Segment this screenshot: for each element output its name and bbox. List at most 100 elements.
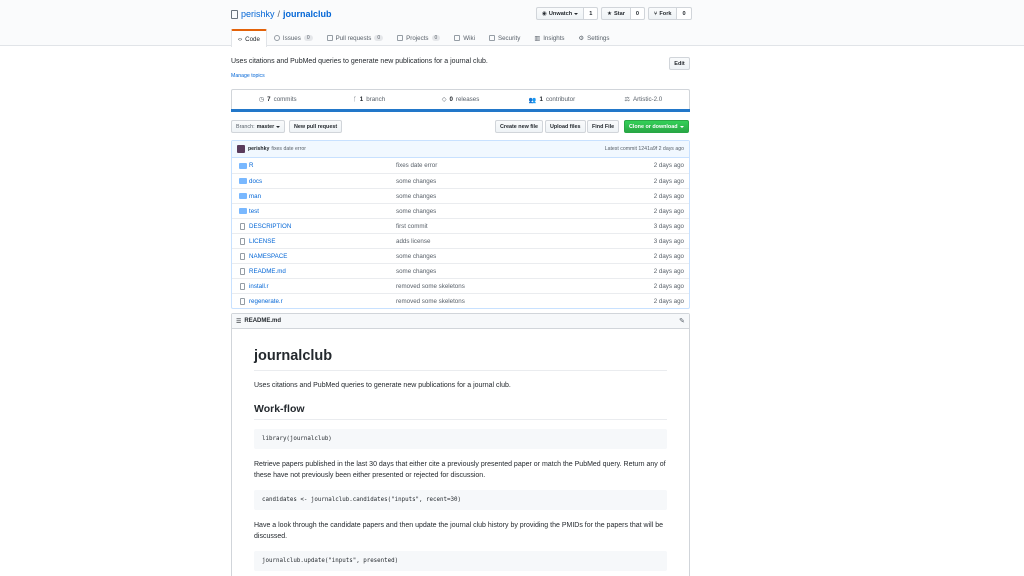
tab-wiki[interactable]: Wiki <box>447 29 482 46</box>
repo-name-link[interactable]: journalclub <box>283 9 332 19</box>
pencil-icon[interactable]: ✎ <box>679 317 685 325</box>
chevron-down-icon <box>574 12 579 15</box>
table-row[interactable]: Rfixes date error 2 days ago <box>232 158 689 173</box>
table-row[interactable]: man some changes 2 days ago <box>232 188 689 203</box>
manage-topics-link[interactable]: Manage topics <box>231 73 265 79</box>
file-age: 2 days ago <box>653 192 684 200</box>
shield-icon <box>488 35 495 41</box>
folder-shape <box>238 178 247 184</box>
folder-shape <box>238 208 247 214</box>
create-new-file-button[interactable]: Create new file <box>495 120 544 133</box>
file-commit-message[interactable]: some changes <box>396 253 654 260</box>
new-pull-request-button[interactable]: New pull request <box>289 120 343 133</box>
file-name-link[interactable]: test <box>248 208 396 215</box>
readme-header: ☰ README.md ✎ <box>232 314 689 329</box>
avatar[interactable] <box>237 145 245 153</box>
file-commit-message[interactable]: some changes <box>396 208 654 215</box>
license-link[interactable]: ⚖ Artistic-2.0 <box>598 90 689 109</box>
file-age: 2 days ago <box>653 252 684 260</box>
tab-settings[interactable]: ⚙ Settings <box>572 29 617 46</box>
file-name-link[interactable]: regenerate.r <box>248 298 396 305</box>
contributor-count: 1 <box>539 96 543 103</box>
file-commit-message[interactable]: some changes <box>396 193 654 200</box>
tab-label: Security <box>497 34 521 42</box>
tab-label: Settings <box>587 34 610 42</box>
file-commit-message[interactable]: removed some skeletons <box>396 298 654 305</box>
repo-owner-link[interactable]: perishky <box>241 9 275 19</box>
commits-link[interactable]: ◷ 7 commits <box>232 90 323 109</box>
releases-link[interactable]: ◇ 0 releases <box>415 90 506 109</box>
commit-message[interactable]: fixes date error <box>271 146 306 152</box>
file-commit-message[interactable]: removed some skeletons <box>396 283 654 290</box>
language-bar[interactable] <box>231 109 690 112</box>
tab-pull-requests[interactable]: Pull requests 0 <box>320 29 391 46</box>
file-name-link[interactable]: LICENSE <box>248 238 396 245</box>
tab-label: Pull requests <box>335 34 372 42</box>
file-name-link[interactable]: install.r <box>248 283 396 290</box>
tab-security[interactable]: Security <box>482 29 527 46</box>
file-rows: Rfixes date error 2 days ago docs some chan… <box>232 158 689 308</box>
branch-select[interactable]: Branch: master <box>231 120 286 133</box>
file-name-link[interactable]: DESCRIPTION <box>248 223 396 230</box>
folder-icon <box>232 193 248 199</box>
table-row[interactable]: DESCRIPTION first commit 3 days ago <box>232 218 689 233</box>
folder-icon <box>232 162 248 169</box>
file-commit-message[interactable]: first commit <box>396 223 654 230</box>
readme-paragraph: Have a look through the candidate papers… <box>254 522 663 540</box>
file-shape <box>240 222 245 230</box>
table-row[interactable]: README.md some changes 2 days ago <box>232 263 689 278</box>
file-name-link[interactable]: R <box>248 162 396 169</box>
tab-projects[interactable]: Projects 0 <box>390 29 447 46</box>
folder-shape <box>238 162 247 169</box>
code-block: library(journalclub) <box>254 429 667 449</box>
table-row[interactable]: LICENSE adds license 3 days ago <box>232 233 689 248</box>
upload-files-button[interactable]: Upload files <box>545 120 586 133</box>
file-icon <box>232 252 248 260</box>
branch-link[interactable]: ᚴ 1 branch <box>323 90 414 109</box>
fork-count[interactable]: 0 <box>677 7 692 20</box>
readme-panel: ☰ README.md ✎ journalclub Uses citations… <box>231 313 690 576</box>
file-name-link[interactable]: docs <box>248 178 396 185</box>
tab-issues[interactable]: Issues 0 <box>267 29 320 46</box>
file-name-link[interactable]: README.md <box>248 268 396 275</box>
numbers-summary: ◷ 7 commits ᚴ 1 branch ◇ 0 releases 👥 1 contribu… <box>231 89 690 109</box>
tab-badge: 0 <box>303 35 313 41</box>
latest-commit-summary[interactable]: Latest commit 1241a9f 2 days ago <box>605 146 684 152</box>
tab-code[interactable]: ‹› Code <box>231 29 267 47</box>
people-icon: 👥 <box>528 96 537 104</box>
file-shape <box>240 297 245 305</box>
table-row[interactable]: regenerate.r removed some skeletons 2 days… <box>232 293 689 308</box>
folder-icon <box>232 178 248 184</box>
issue-icon <box>273 35 280 41</box>
history-icon: ◷ <box>258 96 265 103</box>
file-commit-message[interactable]: some changes <box>396 268 654 275</box>
table-row[interactable]: docs some changes 2 days ago <box>232 173 689 188</box>
star-group: ★ Star 0 <box>601 7 646 20</box>
table-row[interactable]: NAMESPACE some changes 2 days ago <box>232 248 689 263</box>
file-commit-message[interactable]: adds license <box>396 238 654 245</box>
watch-button[interactable]: ◉ Unwatch <box>536 7 585 20</box>
watch-count[interactable]: 1 <box>584 7 599 20</box>
table-row[interactable]: test some changes 2 days ago <box>232 203 689 218</box>
tag-icon: ◇ <box>441 96 447 103</box>
star-count[interactable]: 0 <box>630 7 646 20</box>
file-commit-message[interactable]: fixes date error <box>396 162 654 169</box>
table-row[interactable]: install.r removed some skeletons 2 days ag… <box>232 278 689 293</box>
contributors-link[interactable]: 👥 1 contributor <box>506 90 597 109</box>
commit-author[interactable]: perishky <box>248 146 269 152</box>
edit-button[interactable]: Edit <box>669 57 690 70</box>
file-commit-message[interactable]: some changes <box>396 178 654 185</box>
file-name-link[interactable]: NAMESPACE <box>248 253 396 260</box>
folder-shape <box>238 193 247 199</box>
watch-group: ◉ Unwatch 1 <box>536 7 599 20</box>
fork-button[interactable]: ⑂ Fork <box>648 7 678 20</box>
star-button[interactable]: ★ Star <box>601 7 631 20</box>
chevron-down-icon <box>679 125 684 128</box>
repo-book-icon <box>231 9 238 19</box>
file-name-link[interactable]: man <box>248 193 396 200</box>
clone-download-button[interactable]: Clone or download <box>624 120 689 133</box>
branch-name: master <box>256 123 275 130</box>
tab-insights[interactable]: ▥ Insights <box>527 29 571 46</box>
releases-count: 0 <box>449 96 453 103</box>
find-file-button[interactable]: Find File <box>587 120 620 133</box>
